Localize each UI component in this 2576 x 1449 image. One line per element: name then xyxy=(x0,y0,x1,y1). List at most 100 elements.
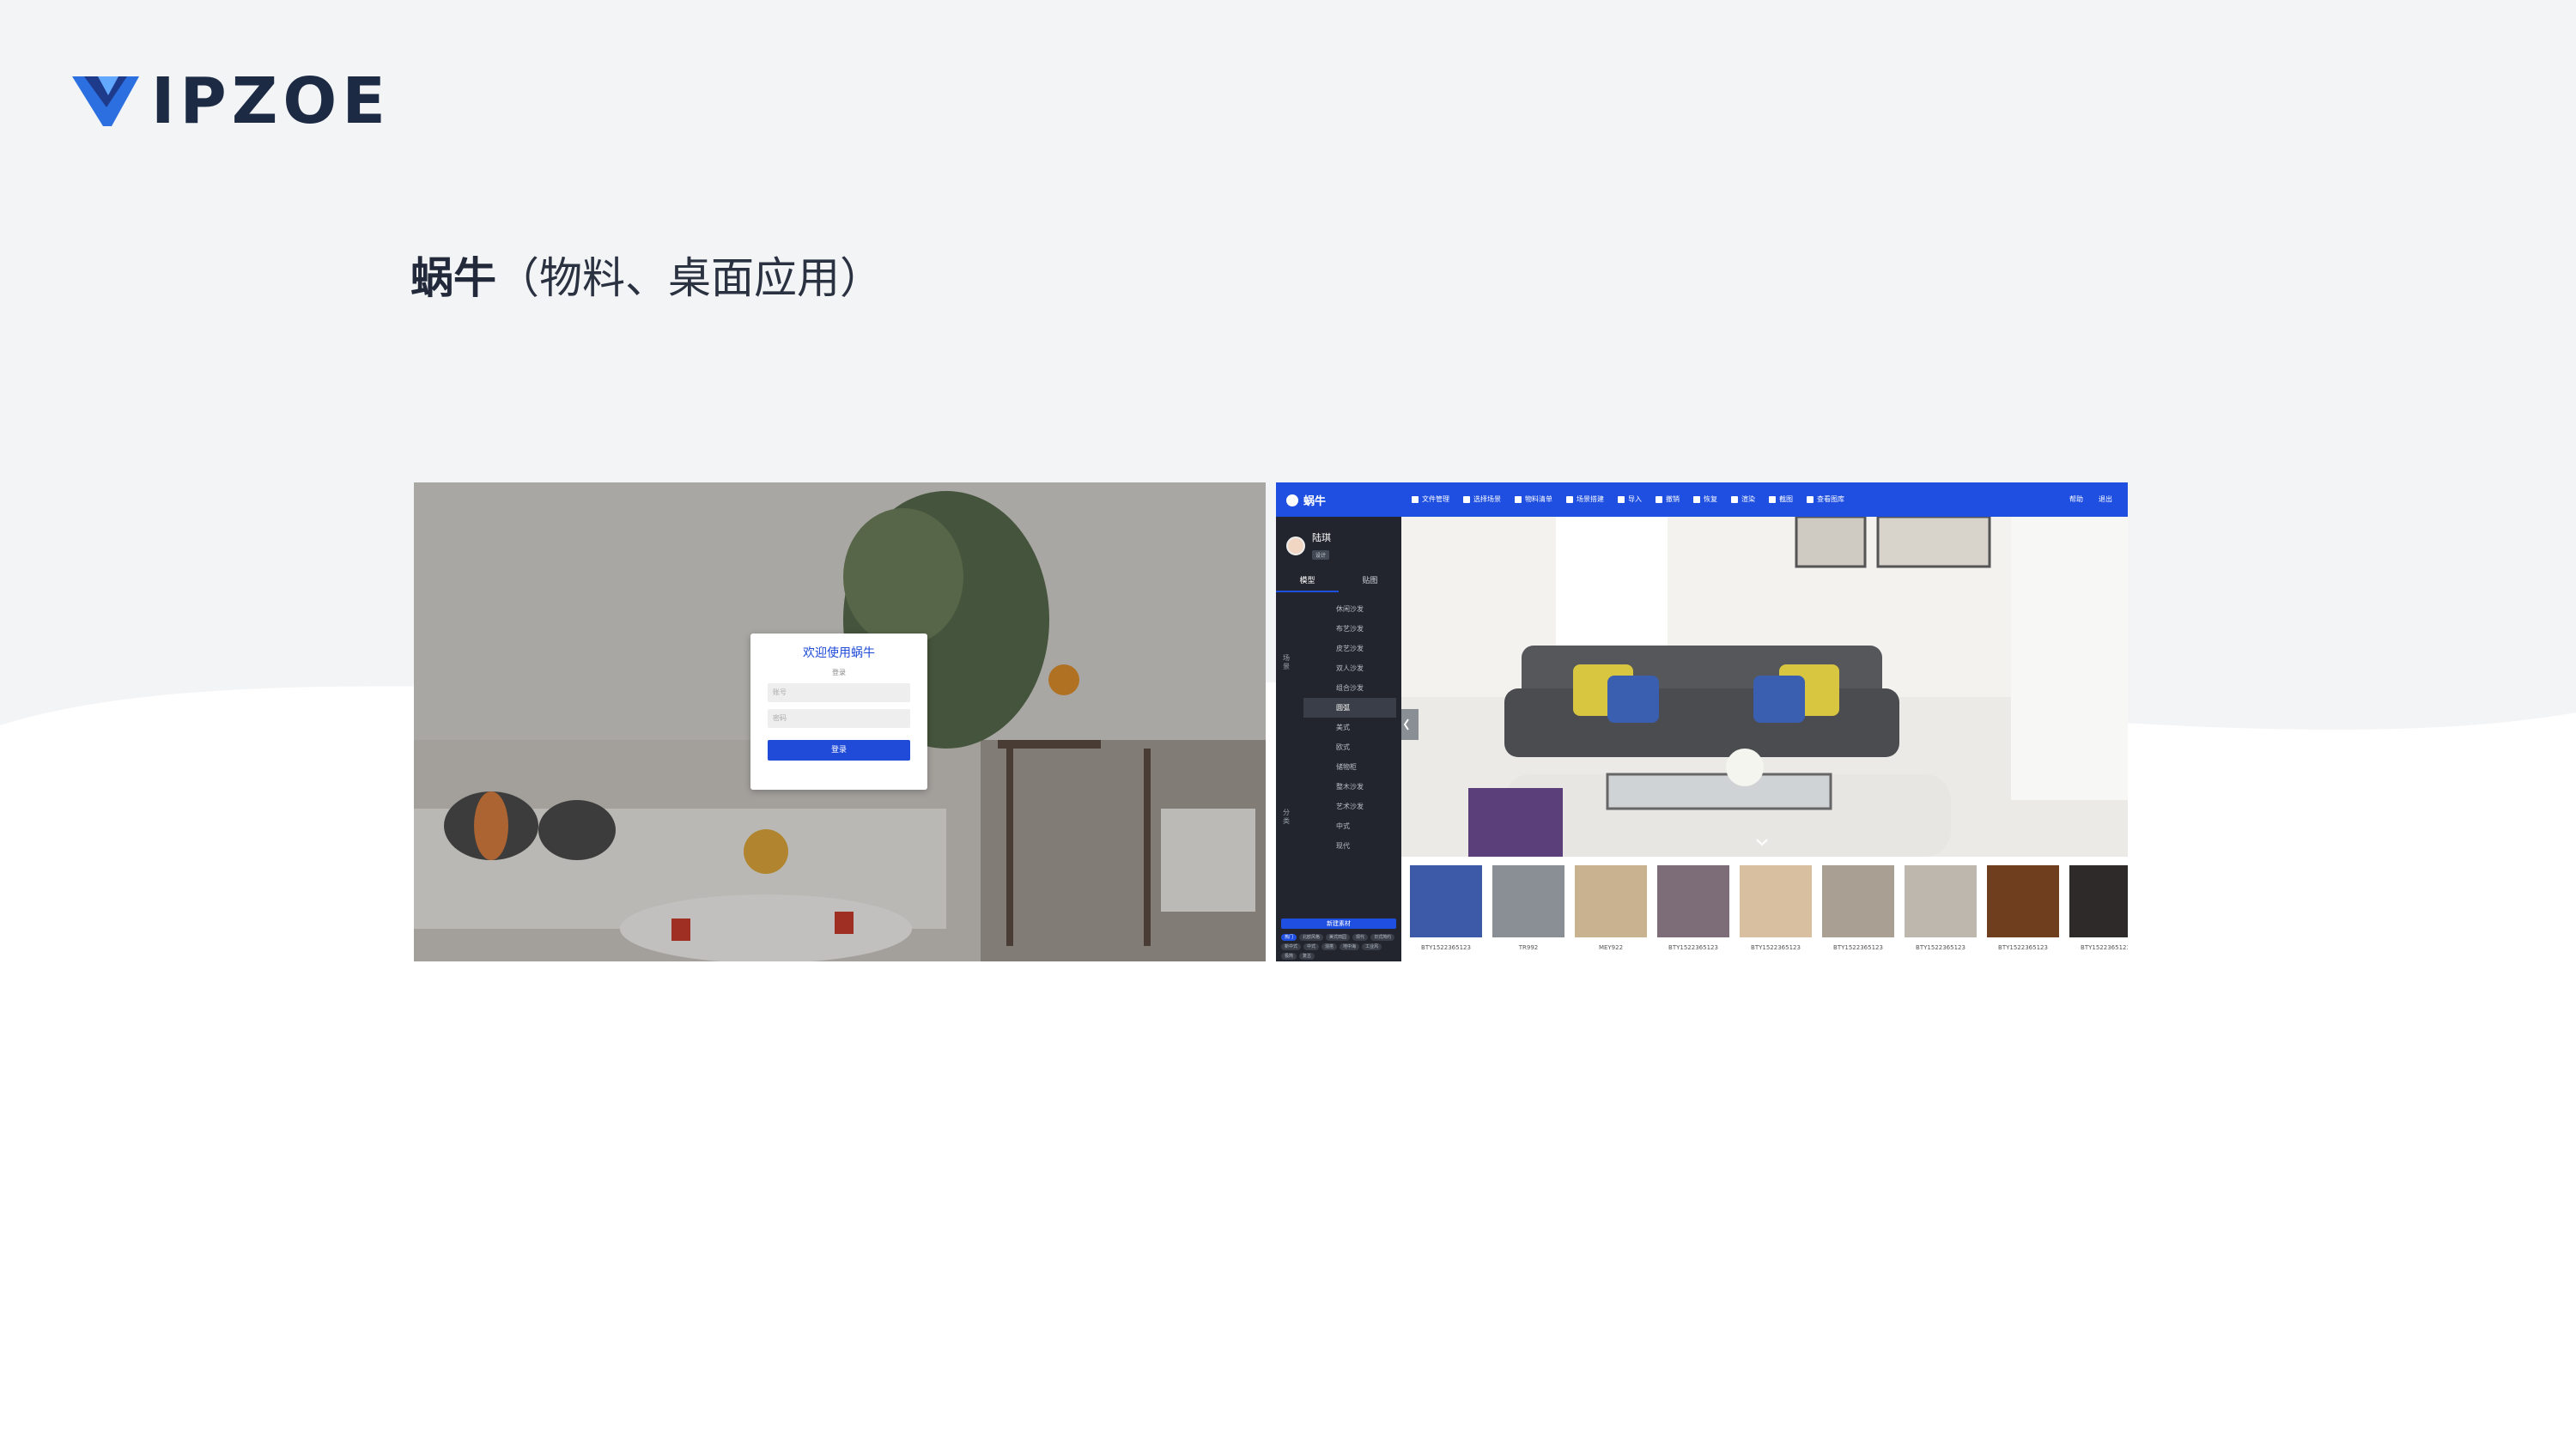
user-profile[interactable]: 陆琪 设计 xyxy=(1286,530,1331,561)
login-button[interactable]: 登录 xyxy=(768,740,910,761)
side-label-category: 分类 xyxy=(1283,809,1290,825)
tag-chip[interactable]: 现代 xyxy=(1352,934,1369,941)
category-item[interactable]: 中式 xyxy=(1336,816,1396,836)
material-thumbnail-label: BTY1522365123 xyxy=(1421,944,1471,951)
tag-chip[interactable]: 日式简约 xyxy=(1370,934,1395,941)
material-thumbnail-label: BTY1522365123 xyxy=(1916,944,1965,951)
material-thumbnail-label: BTY1522365123 xyxy=(2081,944,2128,951)
undo-icon xyxy=(1656,495,1662,503)
material-thumbnail-label: BTY1522365123 xyxy=(1751,944,1801,951)
menu-item-label: 撤销 xyxy=(1666,495,1680,503)
menu-item[interactable]: 物料清单 xyxy=(1515,494,1552,504)
material-thumbnail-label: BTY1522365123 xyxy=(1833,944,1883,951)
menu-item[interactable]: 截图 xyxy=(1769,494,1793,504)
tag-chip[interactable]: 复古 xyxy=(1299,953,1315,960)
menu-item-label: 场景搭建 xyxy=(1577,495,1604,503)
render-icon xyxy=(1731,495,1738,503)
scene-icon xyxy=(1463,495,1470,503)
title-rest: （物料、桌面应用） xyxy=(496,253,883,303)
category-item[interactable]: 组合沙发 xyxy=(1336,678,1396,698)
tag-chip[interactable]: 中式 xyxy=(1303,943,1320,950)
build-icon xyxy=(1566,495,1573,503)
gallery-icon xyxy=(1807,495,1814,503)
new-material-button[interactable]: 新建素材 xyxy=(1281,919,1396,929)
material-thumbnails: BTY1522365123 TR992 MEY922 BTY1522365123 BTY… xyxy=(1401,857,2128,961)
topbar-right: 帮助 退出 xyxy=(2069,494,2112,504)
material-thumbnail[interactable] xyxy=(1657,865,1729,937)
app-topbar: 蜗牛 文件管理 选择场景 物料清单 场景搭建 导入 撤销 恢复 渲染 截图 查看… xyxy=(1276,482,2128,517)
material-thumbnail-label: MEY922 xyxy=(1598,944,1624,951)
category-item[interactable]: 储物柜 xyxy=(1336,757,1396,777)
logout-button[interactable]: 退出 xyxy=(2099,494,2112,504)
logo-mark-icon xyxy=(72,76,139,126)
ipzoe-logo: IPZOE xyxy=(72,64,391,138)
menu-item[interactable]: 恢复 xyxy=(1693,494,1717,504)
tab-textures[interactable]: 贴图 xyxy=(1339,570,1401,592)
list-icon xyxy=(1515,495,1522,503)
category-item[interactable]: 现代 xyxy=(1336,836,1396,856)
logo-text: IPZOE xyxy=(151,64,391,138)
category-item[interactable]: 欧式 xyxy=(1336,737,1396,757)
app-menu: 文件管理 选择场景 物料清单 场景搭建 导入 撤销 恢复 渲染 截图 查看图库 xyxy=(1412,494,1844,504)
material-thumbnail-label: TR992 xyxy=(1518,944,1539,951)
menu-item[interactable]: 查看图库 xyxy=(1807,494,1844,504)
material-thumbnail[interactable] xyxy=(1822,865,1894,937)
menu-item[interactable]: 场景搭建 xyxy=(1566,494,1604,504)
tag-chip[interactable]: 新中式 xyxy=(1281,943,1302,950)
menu-item-label: 渲染 xyxy=(1741,495,1755,503)
category-item[interactable]: 布艺沙发 xyxy=(1336,619,1396,639)
redo-icon xyxy=(1693,495,1700,503)
category-item[interactable]: 双人沙发 xyxy=(1336,658,1396,678)
material-thumbnail[interactable] xyxy=(1905,865,1977,937)
material-thumbnail[interactable] xyxy=(1410,865,1482,937)
login-card: 欢迎使用蜗牛 登录 账号 密码 登录 xyxy=(750,634,927,790)
menu-item-label: 查看图库 xyxy=(1817,495,1844,503)
password-input[interactable]: 密码 xyxy=(768,709,910,728)
menu-item[interactable]: 导入 xyxy=(1618,494,1642,504)
category-item[interactable]: 皮艺沙发 xyxy=(1336,639,1396,658)
app-sidebar: 陆琪 设计 模型 贴图 场景 分类 休闲沙发 布艺沙发 皮艺沙发 双人沙发 组合… xyxy=(1276,517,1401,961)
tag-chip[interactable]: 混搭 xyxy=(1321,943,1338,950)
category-item[interactable]: 整木沙发 xyxy=(1336,777,1396,797)
tab-models[interactable]: 模型 xyxy=(1276,570,1339,592)
sidebar-tabs: 模型 贴图 xyxy=(1276,570,1401,592)
menu-item-label: 选择场景 xyxy=(1473,495,1501,503)
scene-render xyxy=(1401,517,2128,857)
tag-chip[interactable]: 工业风 xyxy=(1362,943,1382,950)
material-thumbnail[interactable] xyxy=(1575,865,1647,937)
menu-item[interactable]: 文件管理 xyxy=(1412,494,1449,504)
tag-chip[interactable]: 北欧风格 xyxy=(1299,934,1324,941)
app-brand: 蜗牛 xyxy=(1286,492,1326,508)
category-item[interactable]: 美式 xyxy=(1336,718,1396,737)
scene-viewer[interactable] xyxy=(1401,517,2128,857)
material-thumbnail[interactable] xyxy=(2069,865,2128,937)
help-button[interactable]: 帮助 xyxy=(2069,494,2083,504)
snail-icon xyxy=(1286,494,1298,506)
user-name: 陆琪 xyxy=(1312,532,1331,543)
menu-item[interactable]: 选择场景 xyxy=(1463,494,1501,504)
page-title: 蜗牛（物料、桌面应用） xyxy=(410,244,883,306)
tag-chip[interactable]: 极简 xyxy=(1281,953,1297,960)
category-item[interactable]: 艺术沙发 xyxy=(1336,797,1396,816)
tag-chip[interactable]: 地中海 xyxy=(1340,943,1360,950)
menu-item[interactable]: 渲染 xyxy=(1731,494,1755,504)
menu-item[interactable]: 撤销 xyxy=(1656,494,1680,504)
category-item[interactable]: 休闲沙发 xyxy=(1336,599,1396,619)
avatar xyxy=(1286,536,1305,555)
username-input[interactable]: 账号 xyxy=(768,683,910,702)
material-thumbnail[interactable] xyxy=(1987,865,2059,937)
material-thumbnail-label: BTY1522365123 xyxy=(1668,944,1718,951)
material-thumbnail[interactable] xyxy=(1492,865,1564,937)
tag-chip[interactable]: 热门 xyxy=(1281,934,1297,941)
user-role-badge: 设计 xyxy=(1312,550,1330,560)
menu-item-label: 文件管理 xyxy=(1422,495,1449,503)
category-item-selected[interactable]: 圆弧 xyxy=(1303,698,1396,718)
tag-chip[interactable]: 美式田园 xyxy=(1326,934,1351,941)
tag-chips: 热门 北欧风格 美式田园 现代 日式简约 新中式 中式 混搭 地中海 工业风 极… xyxy=(1281,934,1398,960)
login-title: 欢迎使用蜗牛 xyxy=(803,646,875,660)
side-label-scene: 场景 xyxy=(1283,654,1290,670)
camera-icon xyxy=(1769,495,1776,503)
material-thumbnail[interactable] xyxy=(1740,865,1812,937)
menu-item-label: 恢复 xyxy=(1704,495,1717,503)
login-subtitle: 登录 xyxy=(832,669,846,676)
